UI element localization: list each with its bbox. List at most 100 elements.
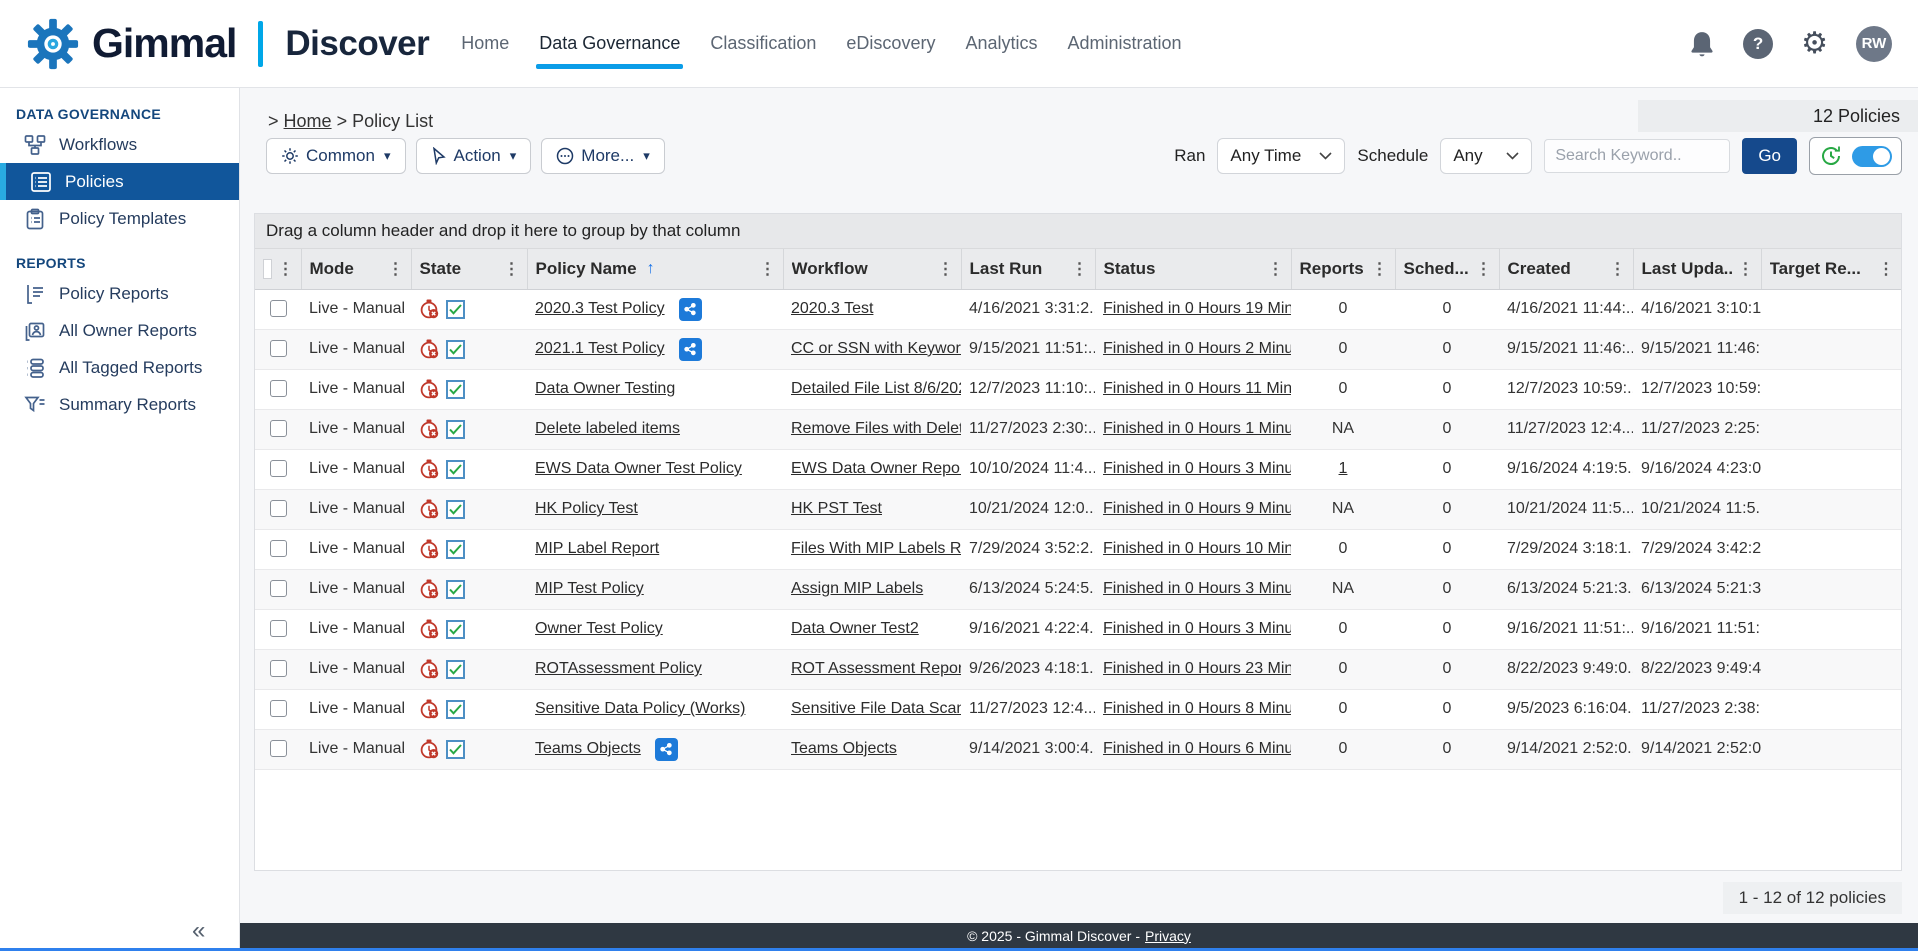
sidebar-item-all-owner-reports[interactable]: All Owner Reports [0, 312, 239, 349]
column-menu-icon[interactable]: ⋮ [1366, 259, 1387, 279]
notifications-bell-icon[interactable] [1689, 30, 1715, 58]
status-link[interactable]: Finished in 0 Hours 8 Minutes 1 [1103, 700, 1291, 717]
col-mode[interactable]: Mode⋮ [301, 249, 411, 289]
column-menu-icon[interactable]: ⋮ [1872, 259, 1893, 279]
common-button[interactable]: Common ▾ [266, 138, 406, 174]
status-link[interactable]: Finished in 0 Hours 23 Minutes [1103, 660, 1291, 677]
action-button[interactable]: Action ▾ [416, 138, 532, 174]
nav-data-governance[interactable]: Data Governance [539, 0, 680, 87]
row-checkbox[interactable] [270, 300, 287, 317]
col-reports[interactable]: Reports⋮ [1291, 249, 1395, 289]
col-policy-name[interactable]: Policy Name↑⋮ [527, 249, 783, 289]
status-link[interactable]: Finished in 0 Hours 3 Minutes 5 [1103, 580, 1291, 597]
column-menu-icon[interactable]: ⋮ [932, 259, 953, 279]
status-link[interactable]: Finished in 0 Hours 6 Minutes 3 [1103, 740, 1291, 757]
breadcrumb-home-link[interactable]: Home [284, 111, 332, 131]
policy-name-link[interactable]: HK Policy Test [535, 500, 638, 518]
policy-name-link[interactable]: Data Owner Testing [535, 380, 675, 398]
settings-gear-icon[interactable]: ⚙ [1801, 29, 1828, 59]
column-menu-icon[interactable]: ⋮ [1262, 259, 1283, 279]
workflow-link[interactable]: Data Owner Test2 [791, 620, 919, 637]
col-state[interactable]: State⋮ [411, 249, 527, 289]
auto-refresh-toggle[interactable] [1852, 146, 1892, 167]
share-icon[interactable] [655, 738, 678, 761]
go-button[interactable]: Go [1742, 138, 1797, 174]
sidebar-item-policy-templates[interactable]: Policy Templates [0, 200, 239, 237]
status-link[interactable]: Finished in 0 Hours 3 Minutes 3 [1103, 460, 1291, 477]
sidebar-item-summary-reports[interactable]: Summary Reports [0, 386, 239, 423]
workflow-link[interactable]: Remove Files with Delete La [791, 420, 961, 437]
col-status[interactable]: Status⋮ [1095, 249, 1291, 289]
workflow-link[interactable]: Detailed File List 8/6/2020 I [791, 380, 961, 397]
share-icon[interactable] [679, 338, 702, 361]
sidebar-item-policy-reports[interactable]: Policy Reports [0, 275, 239, 312]
workflow-link[interactable]: 2020.3 Test [791, 300, 873, 317]
policy-name-link[interactable]: Teams Objects [535, 740, 641, 758]
sidebar-collapse-icon[interactable]: « [192, 917, 205, 945]
row-checkbox[interactable] [270, 660, 287, 677]
reports-value[interactable]: 1 [1339, 460, 1348, 477]
status-link[interactable]: Finished in 0 Hours 11 Minutes [1103, 380, 1291, 397]
policy-name-link[interactable]: Owner Test Policy [535, 620, 663, 638]
nav-home[interactable]: Home [461, 0, 509, 87]
column-menu-icon[interactable]: ⋮ [382, 259, 403, 279]
workflow-link[interactable]: Assign MIP Labels [791, 580, 923, 597]
policy-name-link[interactable]: Delete labeled items [535, 420, 680, 438]
row-checkbox[interactable] [270, 340, 287, 357]
row-checkbox[interactable] [270, 740, 287, 757]
share-icon[interactable] [679, 298, 702, 321]
status-link[interactable]: Finished in 0 Hours 10 Minutes [1103, 540, 1291, 557]
row-checkbox[interactable] [270, 420, 287, 437]
policy-name-link[interactable]: MIP Test Policy [535, 580, 644, 598]
row-checkbox[interactable] [270, 620, 287, 637]
nav-classification[interactable]: Classification [710, 0, 816, 87]
column-menu-icon[interactable]: ⋮ [754, 259, 775, 279]
workflow-link[interactable]: ROT Assessment Report [791, 660, 961, 677]
nav-analytics[interactable]: Analytics [965, 0, 1037, 87]
policy-name-link[interactable]: MIP Label Report [535, 540, 659, 558]
policy-name-link[interactable]: ROTAssessment Policy [535, 660, 702, 678]
row-checkbox[interactable] [270, 380, 287, 397]
sidebar-item-workflows[interactable]: Workflows [0, 126, 239, 163]
sidebar-item-all-tagged-reports[interactable]: All Tagged Reports [0, 349, 239, 386]
user-avatar[interactable]: RW [1856, 26, 1892, 62]
col-target-repository[interactable]: Target Re...⋮ [1761, 249, 1901, 289]
column-menu-icon[interactable]: ⋮ [1470, 259, 1491, 279]
status-link[interactable]: Finished in 0 Hours 3 Minutes 2 [1103, 620, 1291, 637]
status-link[interactable]: Finished in 0 Hours 9 Minutes 1 [1103, 500, 1291, 517]
help-icon[interactable]: ? [1743, 29, 1773, 59]
sidebar-item-policies[interactable]: Policies [0, 163, 239, 200]
col-last-updated[interactable]: Last Upda...⋮ [1633, 249, 1761, 289]
policy-name-link[interactable]: Sensitive Data Policy (Works) [535, 700, 745, 718]
workflow-link[interactable]: Teams Objects [791, 740, 897, 757]
history-refresh-icon[interactable] [1819, 144, 1843, 168]
workflow-link[interactable]: HK PST Test [791, 500, 882, 517]
search-input[interactable] [1544, 139, 1730, 173]
policy-name-link[interactable]: 2020.3 Test Policy [535, 300, 665, 318]
policy-name-link[interactable]: EWS Data Owner Test Policy [535, 460, 742, 478]
row-checkbox[interactable] [270, 500, 287, 517]
ran-filter-select[interactable]: Any Time [1217, 138, 1345, 174]
row-checkbox[interactable] [270, 700, 287, 717]
status-link[interactable]: Finished in 0 Hours 19 Minutes [1103, 300, 1291, 317]
schedule-filter-select[interactable]: Any [1440, 138, 1532, 174]
policy-name-link[interactable]: 2021.1 Test Policy [535, 340, 665, 358]
column-menu-icon[interactable]: ⋮ [1732, 259, 1753, 279]
column-menu-icon[interactable]: ⋮ [498, 259, 519, 279]
col-last-run[interactable]: Last Run⋮ [961, 249, 1095, 289]
row-checkbox[interactable] [270, 540, 287, 557]
nav-administration[interactable]: Administration [1067, 0, 1181, 87]
nav-ediscovery[interactable]: eDiscovery [846, 0, 935, 87]
column-menu-icon[interactable]: ⋮ [1066, 259, 1087, 279]
workflow-link[interactable]: EWS Data Owner Report [791, 460, 961, 477]
col-created[interactable]: Created⋮ [1499, 249, 1633, 289]
row-checkbox[interactable] [270, 460, 287, 477]
workflow-link[interactable]: CC or SSN with Keyword Co [791, 340, 961, 357]
column-menu-icon[interactable]: ⋮ [272, 259, 293, 279]
select-all-checkbox[interactable] [263, 259, 272, 279]
more-button[interactable]: More... ▾ [541, 138, 664, 174]
workflow-link[interactable]: Files With MIP Labels Repo [791, 540, 961, 557]
workflow-link[interactable]: Sensitive File Data Scan [791, 700, 961, 717]
status-link[interactable]: Finished in 0 Hours 2 Minutes 5 [1103, 340, 1291, 357]
status-link[interactable]: Finished in 0 Hours 1 Minute 57 [1103, 420, 1291, 437]
